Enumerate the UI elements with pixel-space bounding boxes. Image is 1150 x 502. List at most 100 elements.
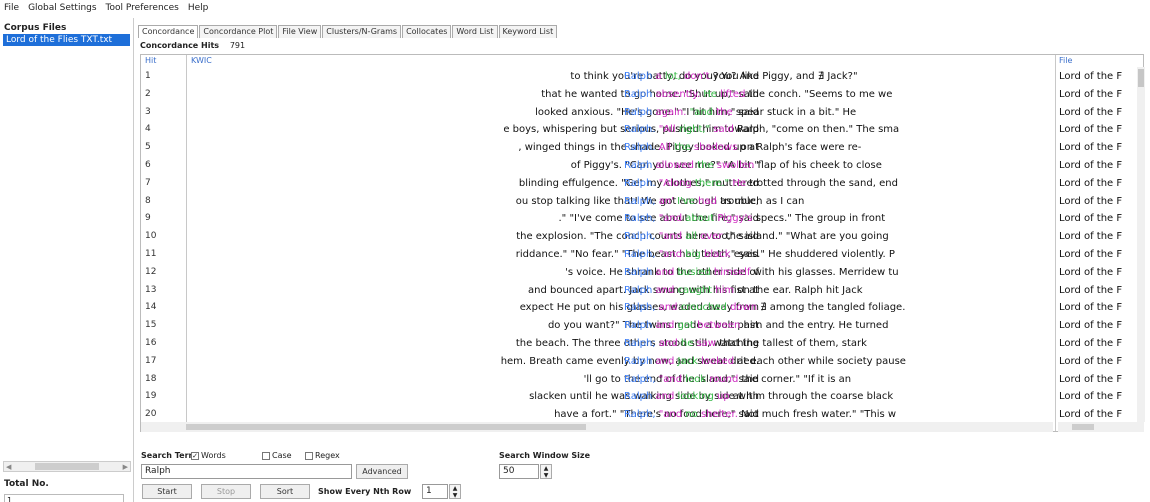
column-header-file[interactable]: File bbox=[1059, 56, 1072, 65]
file-cell: Lord of the F bbox=[1059, 88, 1123, 100]
file-cell: Lord of the F bbox=[1059, 160, 1123, 171]
collocate-1: and bbox=[655, 320, 675, 332]
collocate-1: again. bbox=[655, 106, 687, 118]
nth-row-spinner-icon[interactable]: ▲ ▼ bbox=[449, 484, 461, 499]
collocate-2: I've bbox=[677, 195, 695, 207]
table-row[interactable]: 1 to think you're batty, do you? You like… bbox=[141, 69, 1143, 87]
file-cell: Lord of the F bbox=[1059, 355, 1123, 367]
file-cell: Lord of the F bbox=[1059, 142, 1123, 154]
sort-button[interactable]: Sort bbox=[260, 484, 310, 499]
hit-number: 13 bbox=[145, 284, 157, 295]
kwic-right: Ralph and looking up at him through the … bbox=[624, 391, 893, 402]
right-context: on the ear. Ralph hit Jack bbox=[737, 284, 863, 296]
table-row[interactable]: 13 and bounced apart. Jack swung with his… bbox=[141, 283, 1143, 301]
nth-row-input[interactable]: 1 bbox=[422, 484, 448, 499]
search-window-size-input[interactable]: 50 bbox=[499, 464, 539, 479]
table-row[interactable]: 6 of Piggy's. "Can you see me?" "A bit." R… bbox=[141, 158, 1143, 176]
keyword: Ralph bbox=[624, 266, 653, 278]
right-context: the conch. "Seems to me we bbox=[748, 88, 893, 100]
collocate-3: looked bbox=[701, 355, 735, 367]
collocate-3: shadows bbox=[693, 142, 738, 154]
file-horizontal-scrollbar[interactable] bbox=[1058, 422, 1144, 432]
collocate-2: Jack bbox=[677, 355, 698, 367]
kwic-right: Ralph. All the shadows on Ralph's face w… bbox=[624, 142, 861, 153]
table-row[interactable]: 7 blinding effulgence. "Get my clothes," … bbox=[141, 176, 1143, 194]
checkbox-unchecked-icon[interactable] bbox=[262, 451, 270, 460]
checkbox-checked-icon[interactable]: ✓ bbox=[191, 451, 199, 460]
table-row[interactable]: 8 ou stop talking like that! We got enoug… bbox=[141, 194, 1143, 212]
search-term-input[interactable]: Ralph bbox=[141, 464, 352, 479]
case-checkbox[interactable]: Case bbox=[262, 451, 292, 460]
collocate-3: between bbox=[697, 320, 741, 332]
scrollbar-thumb[interactable] bbox=[186, 424, 586, 430]
scroll-right-icon[interactable]: ▶ bbox=[123, 463, 128, 471]
kwic-right: Ralph and caught him on the ear. Ralph h… bbox=[624, 285, 862, 296]
window-size-spinner-icon[interactable]: ▲ ▼ bbox=[540, 464, 552, 479]
tab-concordance[interactable]: Concordance bbox=[138, 25, 199, 38]
tab-word-list[interactable]: Word List bbox=[452, 25, 498, 38]
table-row[interactable]: 17 hem. Breath came evenly by now, and sw… bbox=[141, 354, 1143, 372]
table-row[interactable]: 14 expect He put on his glasses, waded aw… bbox=[141, 300, 1143, 318]
table-row[interactable]: 15 do you want?" The twins made a bolt pa… bbox=[141, 318, 1143, 336]
file-cell: Lord of the F bbox=[1059, 409, 1123, 421]
hits-count: 791 bbox=[229, 41, 246, 50]
table-row[interactable]: 18'll go to the end of the island," said… bbox=[141, 372, 1143, 390]
right-context: Ralph, "come on then." The sma bbox=[737, 124, 900, 136]
menu-tool-preferences[interactable]: Tool Preferences bbox=[106, 3, 179, 13]
column-header-kwic[interactable]: KWIC bbox=[191, 56, 212, 65]
corpus-file-item[interactable]: Lord of the Flies TXT.txt bbox=[3, 34, 130, 46]
file-cell: Lord of the F bbox=[1059, 106, 1123, 118]
file-cell: Lord of the F bbox=[1059, 266, 1123, 278]
checkbox-unchecked-icon[interactable] bbox=[305, 451, 313, 460]
tab-concordance-plot[interactable]: Concordance Plot bbox=[199, 25, 278, 38]
right-context: Not much fresh water." "This w bbox=[741, 409, 897, 421]
hit-number: 7 bbox=[145, 177, 151, 188]
column-header-hit[interactable]: Hit bbox=[145, 56, 156, 65]
menu-file[interactable]: File bbox=[4, 3, 19, 13]
hit-number: 14 bbox=[145, 302, 157, 313]
regex-label: Regex bbox=[315, 451, 340, 460]
stop-button[interactable]: Stop bbox=[201, 484, 251, 499]
table-row[interactable]: 19 slacken until he was walking side by s… bbox=[141, 389, 1143, 407]
file-cell: Lord of the F bbox=[1059, 124, 1123, 136]
concordance-hits: Concordance Hits 791 bbox=[140, 41, 245, 50]
scroll-left-icon[interactable]: ◀ bbox=[6, 463, 11, 471]
scrollbar-thumb[interactable] bbox=[1138, 69, 1144, 87]
advanced-button[interactable]: Advanced bbox=[356, 464, 408, 479]
table-row[interactable]: 12's voice. He shrank to the other side … bbox=[141, 265, 1143, 283]
right-context: the corner." "If it is an bbox=[741, 373, 852, 385]
file-cell: Lord of the F bbox=[1059, 391, 1123, 403]
table-row[interactable]: 3 looked anxious. "He's gone." "I hit him… bbox=[141, 105, 1143, 123]
collocate-1: and bbox=[655, 266, 675, 278]
start-button[interactable]: Start bbox=[142, 484, 192, 499]
collocate-1: and bbox=[658, 338, 678, 349]
tab-keyword-list[interactable]: Keyword List bbox=[498, 25, 558, 38]
table-row[interactable]: 11 riddance." "No fear." "The beast had t… bbox=[141, 247, 1143, 265]
table-row[interactable]: 9 ." "I've come to see about the fire," s… bbox=[141, 211, 1143, 229]
hits-label: Concordance Hits bbox=[140, 41, 220, 50]
collocate-3: saw bbox=[696, 338, 717, 349]
table-row[interactable]: 10 the explosion. "The conch counts here … bbox=[141, 229, 1143, 247]
table-row[interactable]: 2 that he wanted to go home. "Shut up," s… bbox=[141, 87, 1143, 105]
right-context: that the tallest of them, stark bbox=[719, 338, 867, 349]
menu-help[interactable]: Help bbox=[188, 3, 209, 13]
scrollbar-thumb[interactable] bbox=[1072, 424, 1094, 430]
tab-clusters[interactable]: Clusters/N-Grams bbox=[322, 25, 402, 38]
corpus-horizontal-scrollbar[interactable]: ◀ ▶ bbox=[3, 461, 131, 472]
tab-file-view[interactable]: File View bbox=[278, 25, 322, 38]
regex-checkbox[interactable]: Regex bbox=[305, 451, 340, 460]
table-row[interactable]: 16 the beach. The three others stood stil… bbox=[141, 336, 1143, 354]
right-context: specs." The group in front bbox=[755, 213, 886, 225]
hit-number: 16 bbox=[145, 338, 157, 348]
kwic-horizontal-scrollbar[interactable] bbox=[141, 422, 1053, 432]
collocate-3: said bbox=[713, 124, 734, 136]
table-row[interactable]: 4e boys, whispering but serious, pushed … bbox=[141, 122, 1143, 140]
concordance-vertical-scrollbar[interactable] bbox=[1137, 67, 1145, 422]
table-row[interactable]: 5, winged things in the shade. Piggy loo… bbox=[141, 140, 1143, 158]
words-checkbox[interactable]: ✓ Words bbox=[191, 451, 226, 460]
collocate-3: lifted bbox=[720, 88, 746, 100]
tab-collocates[interactable]: Collocates bbox=[402, 25, 452, 38]
kwic-right: Ralph, and crouched down ∄ among the tan… bbox=[624, 302, 905, 313]
scrollbar-thumb[interactable] bbox=[35, 463, 99, 470]
menu-global-settings[interactable]: Global Settings bbox=[28, 3, 96, 13]
